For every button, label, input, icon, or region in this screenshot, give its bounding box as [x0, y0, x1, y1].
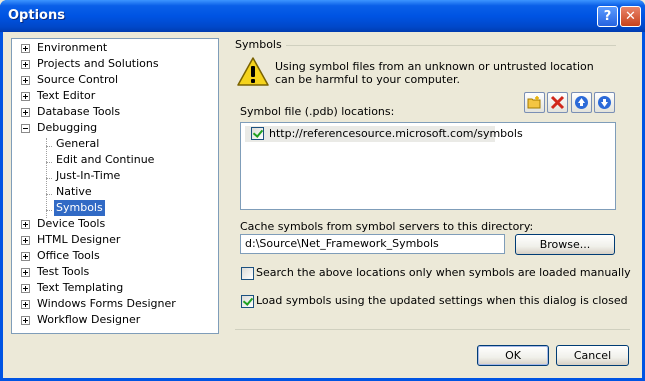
- tree-item-label: Workflow Designer: [37, 313, 141, 326]
- title-bar[interactable]: Options ? ✕: [0, 0, 645, 32]
- tree-item-label: Debugging: [37, 121, 98, 134]
- tree-item-label: Symbols: [54, 200, 105, 216]
- expand-icon[interactable]: [21, 60, 30, 69]
- warning-text: Using symbol files from an unknown or un…: [275, 60, 594, 86]
- expand-icon[interactable]: [21, 236, 30, 245]
- tree-item-label: HTML Designer: [37, 233, 121, 246]
- warning-icon: [237, 57, 269, 86]
- load-updated-label: Load symbols using the updated settings …: [256, 294, 628, 307]
- expand-icon[interactable]: [21, 300, 30, 309]
- options-dialog: Options ? ✕ Environment Projects and Sol…: [0, 0, 645, 381]
- ok-button[interactable]: OK: [477, 345, 549, 366]
- tree-item-label: Windows Forms Designer: [37, 297, 176, 310]
- tree-item-label: Test Tools: [37, 265, 90, 278]
- tree-connector: [46, 210, 52, 211]
- tree-item-label: Projects and Solutions: [37, 57, 159, 70]
- search-manual-label: Search the above locations only when sym…: [256, 266, 631, 279]
- locations-label: Symbol file (.pdb) locations:: [240, 105, 395, 118]
- expand-icon[interactable]: [21, 284, 30, 293]
- group-title: Symbols: [235, 38, 282, 51]
- cache-label: Cache symbols from symbol servers to thi…: [240, 220, 534, 233]
- tree-item-label: Office Tools: [37, 249, 100, 262]
- tree-connector: [46, 194, 52, 195]
- move-up-button[interactable]: [571, 92, 592, 113]
- options-tree[interactable]: Environment Projects and Solutions Sourc…: [11, 38, 219, 334]
- tree-connector: [46, 162, 52, 163]
- tree-item-label: Native: [56, 185, 92, 198]
- expand-icon[interactable]: [21, 316, 30, 325]
- tree-item-label: General: [56, 137, 100, 150]
- load-updated-checkbox[interactable]: [241, 295, 254, 308]
- expand-icon[interactable]: [21, 108, 30, 117]
- tree-item-label: Environment: [37, 41, 108, 54]
- close-button[interactable]: ✕: [620, 6, 641, 27]
- expand-icon[interactable]: [21, 252, 30, 261]
- tree-item-label: Database Tools: [37, 105, 121, 118]
- delete-icon: [550, 95, 565, 110]
- expand-icon[interactable]: [21, 268, 30, 277]
- expand-icon[interactable]: [21, 92, 30, 101]
- list-item[interactable]: http://referencesource.microsoft.com/sym…: [245, 126, 523, 142]
- new-folder-button[interactable]: [524, 92, 545, 113]
- tree-item-label: Text Templating: [37, 281, 124, 294]
- location-checkbox[interactable]: [251, 127, 264, 140]
- tree-item-label: Text Editor: [37, 89, 96, 102]
- move-up-icon: [575, 96, 588, 109]
- tree-item-label: Edit and Continue: [56, 153, 155, 166]
- move-down-button[interactable]: [594, 92, 615, 113]
- new-folder-icon: [527, 96, 541, 109]
- help-button[interactable]: ?: [597, 6, 618, 27]
- move-down-icon: [598, 96, 611, 109]
- expand-icon[interactable]: [21, 220, 30, 229]
- delete-button[interactable]: [547, 92, 568, 113]
- tree-item-label: Just-In-Time: [56, 169, 121, 182]
- group-divider: [286, 45, 616, 46]
- search-manual-checkbox[interactable]: [241, 267, 254, 280]
- expand-icon[interactable]: [21, 44, 30, 53]
- tree-item-label: Device Tools: [37, 217, 106, 230]
- footer-divider: [235, 329, 630, 330]
- cache-directory-input[interactable]: d:\Source\Net_Framework_Symbols: [240, 234, 505, 254]
- tree-connector: [46, 146, 52, 147]
- dialog-body: Environment Projects and Solutions Sourc…: [3, 32, 642, 378]
- expand-icon[interactable]: [21, 76, 30, 85]
- window-title: Options: [8, 8, 65, 23]
- browse-button[interactable]: Browse...: [515, 234, 615, 255]
- location-url: http://referencesource.microsoft.com/sym…: [269, 127, 523, 140]
- cancel-button[interactable]: Cancel: [556, 345, 629, 366]
- collapse-icon[interactable]: [21, 124, 30, 133]
- symbol-locations-list[interactable]: http://referencesource.microsoft.com/sym…: [240, 122, 616, 210]
- tree-connector: [46, 178, 52, 179]
- tree-item-label: Source Control: [37, 73, 119, 86]
